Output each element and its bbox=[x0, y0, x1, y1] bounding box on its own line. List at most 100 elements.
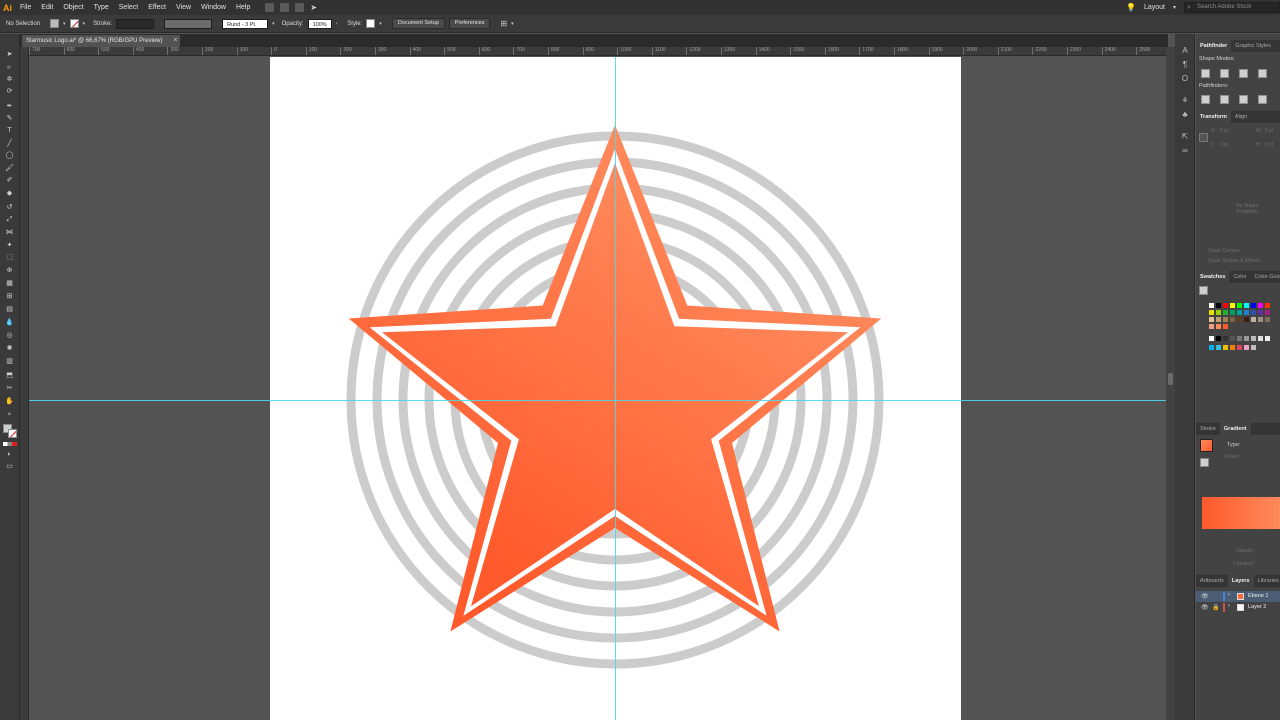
color-swatch[interactable] bbox=[1216, 310, 1221, 315]
send-icon[interactable]: ➤ bbox=[310, 3, 319, 12]
preferences-button[interactable]: Preferences bbox=[448, 18, 491, 29]
tab-artboards[interactable]: Artboards bbox=[1196, 575, 1228, 587]
color-swatch[interactable] bbox=[1230, 303, 1235, 308]
color-swatch[interactable] bbox=[1230, 336, 1235, 341]
appearance-panel-icon[interactable]: ⚘ bbox=[1180, 96, 1190, 106]
type-tool-icon[interactable]: T bbox=[4, 126, 15, 135]
gradient-slider[interactable] bbox=[1202, 497, 1280, 529]
tab-color-guide[interactable]: Color Guide bbox=[1251, 271, 1280, 283]
color-swatch[interactable] bbox=[1223, 303, 1228, 308]
bridge-icon[interactable] bbox=[265, 3, 275, 12]
color-swatch[interactable] bbox=[1223, 317, 1228, 322]
color-swatch[interactable] bbox=[1265, 303, 1270, 308]
style-swatch[interactable] bbox=[366, 19, 376, 28]
vertical-ruler[interactable] bbox=[20, 47, 29, 720]
color-swatch[interactable] bbox=[1265, 317, 1270, 322]
eraser-icon[interactable]: ◆ bbox=[4, 189, 15, 198]
perspective-grid-icon[interactable]: ▦ bbox=[4, 279, 15, 288]
color-swatch[interactable] bbox=[1244, 317, 1249, 322]
arrange-documents-icon[interactable] bbox=[295, 3, 305, 12]
visibility-icon[interactable]: 👁 bbox=[1201, 593, 1209, 600]
export-panel-icon[interactable]: ⇱ bbox=[1180, 132, 1190, 142]
chevron-down-icon[interactable]: ▾ bbox=[272, 21, 275, 27]
vertical-scrollbar[interactable] bbox=[1166, 47, 1175, 720]
color-swatch[interactable] bbox=[1237, 345, 1242, 350]
color-swatch[interactable] bbox=[1251, 310, 1256, 315]
color-swatch[interactable] bbox=[1244, 303, 1249, 308]
visibility-icon[interactable]: 👁 bbox=[1201, 604, 1209, 611]
draw-mode-icon[interactable]: ◐ bbox=[4, 450, 15, 459]
slice-tool-icon[interactable]: ✂ bbox=[4, 384, 15, 393]
transform-x-value[interactable]: 0 pt bbox=[1220, 128, 1228, 134]
color-swatch[interactable] bbox=[1251, 336, 1256, 341]
puppet-warp-icon[interactable]: ✦ bbox=[4, 241, 15, 250]
minus-front-icon[interactable] bbox=[1220, 69, 1229, 78]
layer-row[interactable]: 👁 🔒 › Layer 2 bbox=[1196, 602, 1280, 613]
scrollbar-thumb[interactable] bbox=[1168, 373, 1173, 385]
color-swatch[interactable] bbox=[1216, 345, 1221, 350]
color-swatch[interactable] bbox=[1209, 324, 1214, 329]
eyedropper-icon[interactable]: 💧 bbox=[4, 318, 15, 327]
color-swatch[interactable] bbox=[1230, 317, 1235, 322]
color-swatch[interactable] bbox=[1244, 336, 1249, 341]
align-icon[interactable]: ⊞ bbox=[500, 19, 507, 28]
shape-builder-icon[interactable]: ⊕ bbox=[4, 266, 15, 275]
color-swatch[interactable] bbox=[1216, 336, 1221, 341]
tab-transform[interactable]: Transform bbox=[1196, 111, 1231, 123]
paragraph-panel-icon[interactable]: ¶ bbox=[1180, 60, 1190, 70]
color-swatch[interactable] bbox=[1223, 336, 1228, 341]
color-swatch[interactable] bbox=[1209, 303, 1214, 308]
character-panel-icon[interactable]: A bbox=[1180, 46, 1190, 56]
color-mode-icons[interactable] bbox=[3, 442, 17, 446]
artboard-tool-icon[interactable]: ⬒ bbox=[4, 371, 15, 380]
transform-h-value[interactable]: 0 pt bbox=[1265, 142, 1273, 148]
gradient-stroke-swatch[interactable] bbox=[1200, 458, 1209, 467]
color-swatch[interactable] bbox=[1209, 317, 1214, 322]
color-swatch[interactable] bbox=[1244, 345, 1249, 350]
line-tool-icon[interactable]: ╱ bbox=[4, 139, 15, 148]
zoom-tool-icon[interactable]: ⌕ bbox=[4, 410, 15, 419]
chevron-down-icon[interactable]: ▾ bbox=[1173, 4, 1176, 11]
chevron-right-icon[interactable]: › bbox=[1228, 592, 1230, 598]
trim-icon[interactable] bbox=[1220, 95, 1229, 104]
brush-definition[interactable]: Rund - 3 Pt. bbox=[222, 18, 269, 29]
color-swatch[interactable] bbox=[1209, 310, 1214, 315]
tab-stroke[interactable]: Stroke bbox=[1196, 423, 1220, 435]
chevron-right-icon[interactable]: › bbox=[336, 21, 338, 27]
tab-swatches[interactable]: Swatches bbox=[1196, 271, 1230, 283]
horizontal-guide[interactable] bbox=[29, 400, 1166, 401]
tab-layers[interactable]: Layers bbox=[1227, 575, 1254, 587]
color-swatch[interactable] bbox=[1237, 317, 1242, 322]
canvas[interactable] bbox=[29, 57, 1166, 720]
color-swatch[interactable] bbox=[1251, 303, 1256, 308]
tab-pathfinder[interactable]: Pathfinder bbox=[1196, 40, 1232, 52]
blend-tool-icon[interactable]: ◎ bbox=[4, 331, 15, 340]
free-transform-icon[interactable]: ⬚ bbox=[4, 253, 15, 262]
tab-graphic-styles[interactable]: Graphic Styles bbox=[1231, 40, 1275, 52]
lasso-icon[interactable]: ⟳ bbox=[4, 87, 15, 96]
menu-help[interactable]: Help bbox=[231, 4, 255, 11]
color-swatch[interactable] bbox=[1230, 345, 1235, 350]
search-stock-input[interactable]: ⌕ Search Adobe Stock bbox=[1184, 2, 1280, 13]
symbols-panel-icon[interactable]: ♣ bbox=[1180, 110, 1190, 120]
color-swatch[interactable] bbox=[1258, 303, 1263, 308]
menu-select[interactable]: Select bbox=[114, 4, 143, 11]
links-panel-icon[interactable]: ∞ bbox=[1180, 146, 1190, 156]
vertical-guide[interactable] bbox=[615, 57, 616, 720]
width-tool-icon[interactable]: ⋈ bbox=[4, 228, 15, 237]
color-swatch[interactable] bbox=[1223, 310, 1228, 315]
transform-w-value[interactable]: 0 pt bbox=[1265, 128, 1273, 134]
gradient-preview-swatch[interactable] bbox=[1200, 439, 1213, 452]
document-tab[interactable]: Starmusic Logo.ai* @ 66,67% (RGB/GPU Pre… bbox=[22, 35, 181, 47]
scale-tool-icon[interactable]: ⤢ bbox=[4, 215, 15, 224]
menu-window[interactable]: Window bbox=[196, 4, 231, 11]
color-swatch[interactable] bbox=[1251, 345, 1256, 350]
close-icon[interactable]: × bbox=[173, 35, 177, 47]
magic-wand-icon[interactable]: ✲ bbox=[4, 75, 15, 84]
scale-strokes-checkbox[interactable]: Scale Strokes & Effects bbox=[1208, 258, 1260, 264]
color-swatch[interactable] bbox=[1258, 317, 1263, 322]
opentype-panel-icon[interactable]: O bbox=[1180, 74, 1190, 84]
color-swatch[interactable] bbox=[1237, 310, 1242, 315]
divide-icon[interactable] bbox=[1201, 95, 1210, 104]
stroke-color-icon[interactable] bbox=[8, 429, 17, 438]
